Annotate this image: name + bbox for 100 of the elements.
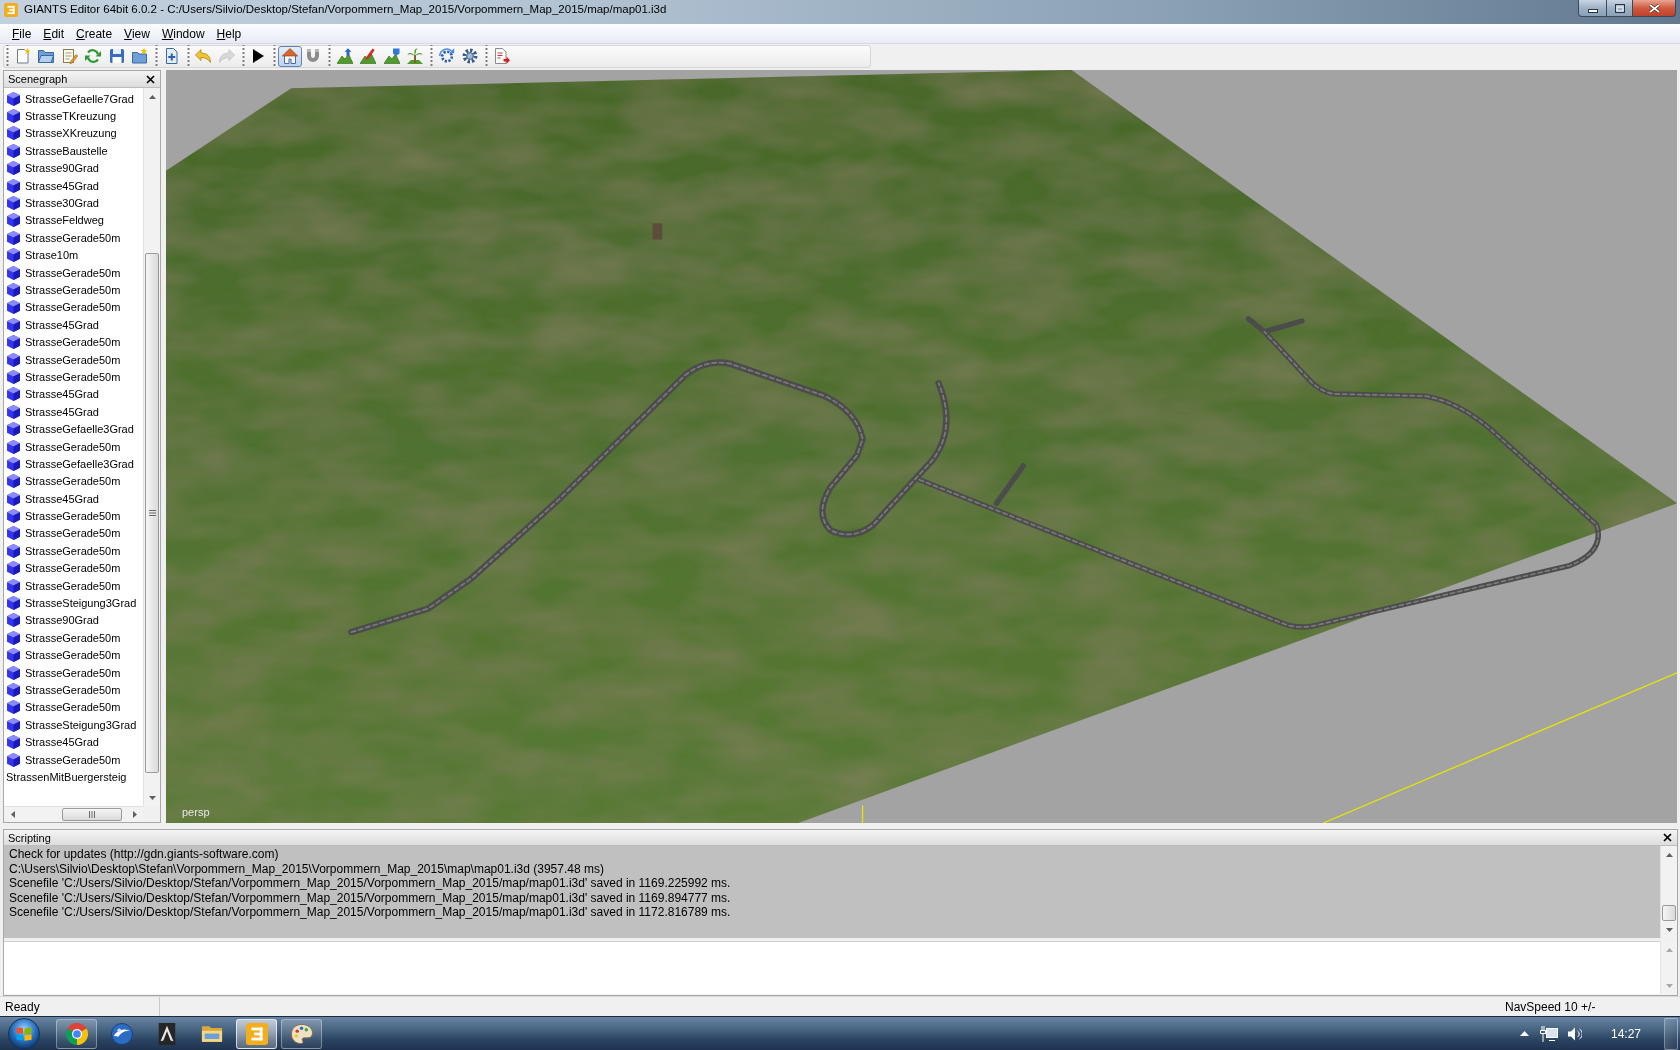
cube-icon: [7, 404, 20, 419]
taskbar-button[interactable]: [56, 1018, 97, 1049]
clock-time[interactable]: 14:27: [1610, 1026, 1641, 1041]
scene-node[interactable]: StrasseGerade50m: [4, 507, 143, 525]
scene-node[interactable]: StrasseXKreuzung: [4, 124, 143, 143]
close-button[interactable]: [144, 72, 157, 86]
cube-icon: [7, 126, 20, 141]
scene-node[interactable]: StrasseGerade50m: [4, 368, 143, 386]
taskbar-button[interactable]: [236, 1018, 277, 1049]
scene-node[interactable]: StrasseGerade50m: [4, 437, 143, 456]
scene-node[interactable]: StrasseBaustelle: [4, 142, 143, 160]
redo-icon: [218, 48, 235, 64]
scene-node[interactable]: Strasse45Grad: [4, 403, 143, 421]
menu-item[interactable]: File: [6, 25, 38, 42]
scene-node[interactable]: StrasseTKreuzung: [4, 107, 143, 125]
cube-icon: [7, 335, 20, 350]
scrollbar-thumb[interactable]: [145, 253, 159, 773]
status-text: Ready: [5, 999, 40, 1014]
scene-node[interactable]: Strasse90Grad: [4, 611, 143, 630]
house-icon: [281, 48, 298, 64]
cube-icon: [7, 213, 20, 228]
scene-node[interactable]: StrasseGerade50m: [4, 229, 143, 247]
scene-node[interactable]: StrasseGerade50m: [4, 646, 143, 664]
scene-node[interactable]: Strase10m: [4, 246, 143, 264]
scene-node[interactable]: Strasse45Grad: [4, 490, 143, 508]
close-button[interactable]: [1633, 0, 1676, 17]
scene-node[interactable]: StrasseGerade50m: [4, 298, 143, 317]
cube-icon: [7, 178, 20, 193]
scene-node[interactable]: StrasseSteigung3Grad: [4, 716, 143, 734]
scene-node[interactable]: StrasseGerade50m: [4, 263, 143, 282]
scene-node[interactable]: StrasseGerade50m: [4, 350, 143, 369]
scene-node[interactable]: Strasse45Grad: [4, 733, 143, 751]
speaker-icon[interactable]: [1567, 1026, 1582, 1041]
caret-right-icon[interactable]: [132, 811, 137, 818]
scene-node[interactable]: Strasse30Grad: [4, 194, 143, 212]
caret-up-icon[interactable]: [1519, 1031, 1529, 1036]
hill-arrow-icon: [336, 48, 353, 64]
network-icon[interactable]: [1539, 1025, 1558, 1042]
scene-node[interactable]: StrasseGerade50m: [4, 629, 143, 647]
scene-node[interactable]: StrasseGerade50m: [4, 333, 143, 351]
scene-node[interactable]: StrasseGefaelle3Grad: [4, 455, 143, 473]
cube-icon: [7, 265, 20, 280]
cube-icon: [7, 700, 20, 715]
cube-icon: [7, 456, 20, 471]
taskbar-button[interactable]: [281, 1018, 322, 1049]
scene-node[interactable]: Strasse45Grad: [4, 385, 143, 404]
caret-up-icon[interactable]: [1665, 852, 1673, 857]
scene-node[interactable]: StrasseGerade50m: [4, 542, 143, 560]
scene-node[interactable]: StrasseGerade50m: [4, 750, 143, 769]
scrollbar-thumb[interactable]: [1662, 905, 1676, 921]
scene-node[interactable]: StrasseGerade50m: [4, 576, 143, 595]
script-input-field[interactable]: [4, 941, 1660, 994]
log-line: C:\Users\Silvio\Desktop\Stefan\Vorpommern_Map_2015\Vorpommern_Map_2015\map\map01.i3d (3957.48 ms): [9, 861, 605, 877]
scene-node[interactable]: StrasseGefaelle7Grad: [4, 90, 143, 108]
scene-node[interactable]: StrassenMitBuergersteig: [4, 768, 143, 786]
cube-icon: [7, 196, 20, 211]
caret-left-icon[interactable]: [10, 811, 15, 818]
scene-node[interactable]: Strasse45Grad: [4, 316, 143, 334]
palette-icon: [290, 1022, 313, 1045]
logo-tile-icon: [245, 1022, 268, 1045]
menu-item[interactable]: Window: [155, 25, 211, 42]
scrollbar-thumb[interactable]: [62, 808, 122, 821]
scene-node[interactable]: StrasseGerade50m: [4, 663, 143, 682]
scene-node[interactable]: Strasse45Grad: [4, 176, 143, 195]
scene-node[interactable]: StrasseFeldweg: [4, 211, 143, 230]
menu-item[interactable]: View: [118, 25, 156, 42]
house-button[interactable]: [278, 45, 302, 67]
scene-node[interactable]: StrasseGerade50m: [4, 524, 143, 543]
log-line: Check for updates (http://gdn.giants-software.com): [9, 847, 280, 862]
cube-icon: [7, 491, 20, 506]
cube-icon: [7, 509, 20, 524]
cube-icon: [7, 648, 20, 663]
vertical-scrollbar[interactable]: [143, 88, 160, 806]
caret-down-icon[interactable]: [1665, 927, 1673, 932]
caret-up-icon[interactable]: [148, 94, 156, 99]
horizontal-scrollbar[interactable]: [4, 806, 143, 822]
cube-icon: [7, 230, 20, 245]
panel-title: Scenegraph: [8, 73, 68, 85]
scene-node[interactable]: StrasseSteigung3Grad: [4, 594, 143, 612]
vertical-scrollbar[interactable]: [1660, 846, 1677, 938]
scene-node[interactable]: StrasseGerade50m: [4, 559, 143, 577]
menu-item[interactable]: Help: [210, 25, 248, 42]
minimize-button[interactable]: [1578, 0, 1607, 17]
cube-icon: [7, 752, 20, 767]
menu-item[interactable]: Edit: [37, 25, 71, 42]
maximize-button[interactable]: [1607, 0, 1633, 17]
cube-icon: [7, 248, 20, 263]
scene-node[interactable]: StrasseGerade50m: [4, 472, 143, 490]
scene-node[interactable]: StrasseGerade50m: [4, 281, 143, 299]
scene-node[interactable]: StrasseGefaelle3Grad: [4, 420, 143, 438]
show-desktop-button[interactable]: [1664, 1017, 1678, 1050]
hill-bucket-icon: [383, 48, 400, 64]
menu-item[interactable]: Create: [70, 25, 119, 42]
caret-down-icon[interactable]: [148, 795, 156, 800]
app-logo-icon: [4, 3, 18, 17]
notepad-pencil-icon: [61, 48, 78, 64]
scene-node[interactable]: StrasseGerade50m: [4, 681, 143, 699]
close-button[interactable]: [1661, 831, 1674, 844]
scene-node[interactable]: Strasse90Grad: [4, 159, 143, 177]
scene-node[interactable]: StrasseGerade50m: [4, 698, 143, 717]
